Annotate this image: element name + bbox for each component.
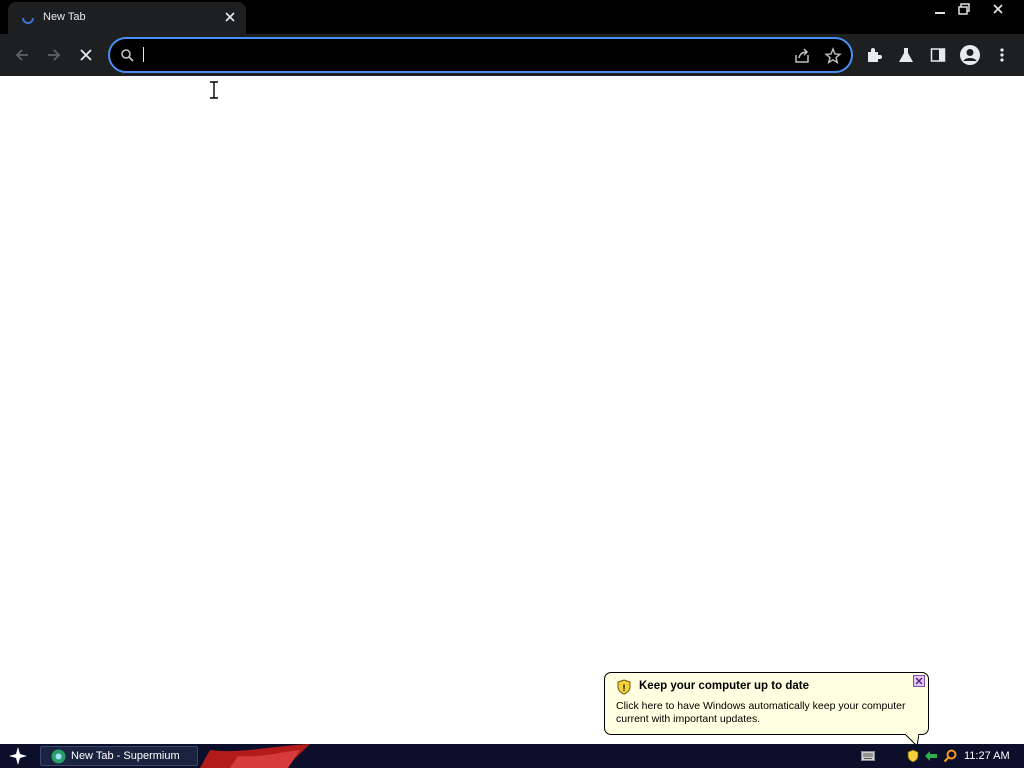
taskbar: New Tab - Supermium 11:27 AM (0, 744, 1024, 768)
forward-icon[interactable] (38, 39, 70, 71)
minimize-icon[interactable] (927, 0, 953, 18)
supermium-icon (51, 749, 66, 764)
desktop-screen: New Tab ! Keep your computer up to date … (0, 0, 1024, 768)
balloon-title: Keep your computer up to date (639, 680, 809, 692)
taskbar-flag-decoration (200, 744, 310, 768)
taskbar-item-label: New Tab - Supermium (71, 750, 180, 762)
address-bar[interactable] (108, 37, 853, 73)
stop-icon[interactable] (70, 39, 102, 71)
svg-text:!: ! (623, 683, 626, 693)
text-caret (143, 47, 144, 62)
tab-title: New Tab (43, 11, 86, 23)
profile-icon[interactable] (954, 39, 986, 71)
balloon-message[interactable]: Click here to have Windows automatically… (616, 700, 921, 726)
bookmark-star-icon[interactable] (824, 47, 842, 65)
tab-close-icon[interactable] (222, 9, 238, 25)
text-cursor-icon (209, 81, 219, 99)
back-icon[interactable] (6, 39, 38, 71)
network-icon[interactable] (923, 748, 939, 764)
start-icon[interactable] (4, 745, 32, 767)
window-close-icon[interactable] (985, 0, 1011, 18)
balloon-close-icon[interactable] (913, 675, 925, 687)
tab-loading-icon (20, 10, 36, 26)
labs-icon[interactable] (890, 39, 922, 71)
taskbar-item-supermium[interactable]: New Tab - Supermium (40, 746, 198, 766)
tab-strip: New Tab (0, 0, 1024, 34)
search-tray-icon[interactable] (942, 748, 958, 764)
security-icon[interactable] (905, 748, 921, 764)
search-icon (120, 48, 134, 62)
update-notification-balloon[interactable]: ! Keep your computer up to date Click he… (604, 672, 929, 746)
side-panel-icon[interactable] (922, 39, 954, 71)
browser-tab[interactable]: New Tab (8, 2, 246, 34)
taskbar-clock[interactable]: 11:27 AM (964, 750, 1010, 762)
extensions-icon[interactable] (858, 39, 890, 71)
address-input[interactable] (140, 44, 780, 66)
menu-icon[interactable] (986, 39, 1018, 71)
keyboard-icon[interactable] (860, 748, 876, 764)
shield-icon: ! (616, 679, 632, 695)
browser-toolbar (0, 34, 1024, 76)
restore-icon[interactable] (951, 0, 977, 18)
page-content[interactable] (0, 76, 1024, 744)
share-icon[interactable] (793, 47, 811, 65)
